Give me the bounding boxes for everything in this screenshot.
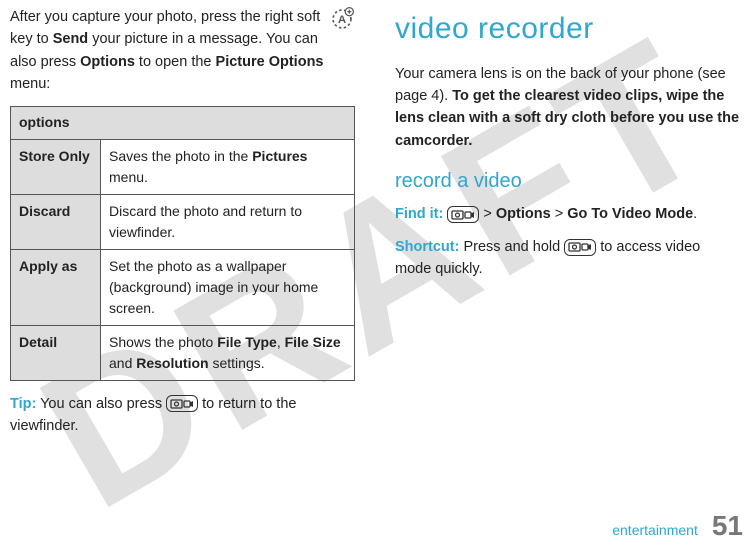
end: . — [693, 206, 697, 222]
desc-text: settings. — [209, 355, 265, 371]
shortcut-label: Shortcut: — [395, 239, 459, 255]
sep: > — [479, 206, 496, 222]
option-desc: Set the photo as a wallpaper (background… — [101, 249, 355, 325]
file-type-label: File Type — [217, 334, 277, 350]
option-name: Apply as — [11, 249, 101, 325]
tip-label: Tip: — [10, 396, 36, 412]
table-row: Store Only Saves the photo in the Pictur… — [11, 139, 355, 194]
table-header: options — [11, 106, 355, 139]
svg-text:A: A — [338, 14, 346, 26]
table-row: Detail Shows the photo File Type, File S… — [11, 325, 355, 380]
camera-key-icon — [564, 239, 596, 256]
camera-key-icon — [166, 395, 198, 412]
options-label: Options — [80, 54, 135, 70]
option-name: Detail — [11, 325, 101, 380]
page-content: A After you capture your photo, press th… — [0, 0, 755, 520]
table-row: Apply as Set the photo as a wallpaper (b… — [11, 249, 355, 325]
left-column: A After you capture your photo, press th… — [10, 6, 355, 520]
sub-heading: record a video — [395, 166, 740, 197]
intro-text-3: to open the — [135, 54, 216, 70]
tip-text-pre: You can also press — [36, 396, 166, 412]
right-column: video recorder Your camera lens is on th… — [395, 6, 740, 520]
sep: > — [551, 206, 568, 222]
section-intro: Your camera lens is on the back of your … — [395, 63, 740, 153]
file-size-label: File Size — [285, 334, 341, 350]
section-heading: video recorder — [395, 6, 740, 53]
table-row: Discard Discard the photo and return to … — [11, 194, 355, 249]
desc-text: , — [277, 334, 285, 350]
option-name: Store Only — [11, 139, 101, 194]
desc-text: menu. — [109, 169, 148, 185]
desc-text: Saves the photo in the — [109, 148, 252, 164]
plus-a-icon: A — [329, 6, 355, 32]
option-desc: Saves the photo in the Pictures menu. — [101, 139, 355, 194]
pictures-label: Pictures — [252, 148, 307, 164]
tip-paragraph: Tip: You can also press to return to the… — [10, 393, 355, 438]
options-table: options Store Only Saves the photo in th… — [10, 106, 355, 381]
intro-text-4: menu: — [10, 76, 50, 92]
send-label: Send — [53, 31, 88, 47]
camera-key-icon — [447, 206, 479, 223]
goto-video-label: Go To Video Mode — [567, 206, 693, 222]
shortcut-pre: Press and hold — [459, 239, 564, 255]
footer-category: entertainment — [612, 522, 698, 538]
option-desc: Shows the photo File Type, File Size and… — [101, 325, 355, 380]
picture-options-label: Picture Options — [216, 54, 324, 70]
intro-paragraph: A After you capture your photo, press th… — [10, 6, 355, 96]
option-name: Discard — [11, 194, 101, 249]
desc-text: Shows the photo — [109, 334, 217, 350]
desc-text: and — [109, 355, 136, 371]
table-header-row: options — [11, 106, 355, 139]
findit-line: Find it: > Options > Go To Video Mode. — [395, 203, 740, 225]
resolution-label: Resolution — [136, 355, 208, 371]
options-menu-label: Options — [496, 206, 551, 222]
shortcut-paragraph: Shortcut: Press and hold to access video… — [395, 236, 740, 281]
option-desc: Discard the photo and return to viewfind… — [101, 194, 355, 249]
findit-label: Find it: — [395, 206, 443, 222]
